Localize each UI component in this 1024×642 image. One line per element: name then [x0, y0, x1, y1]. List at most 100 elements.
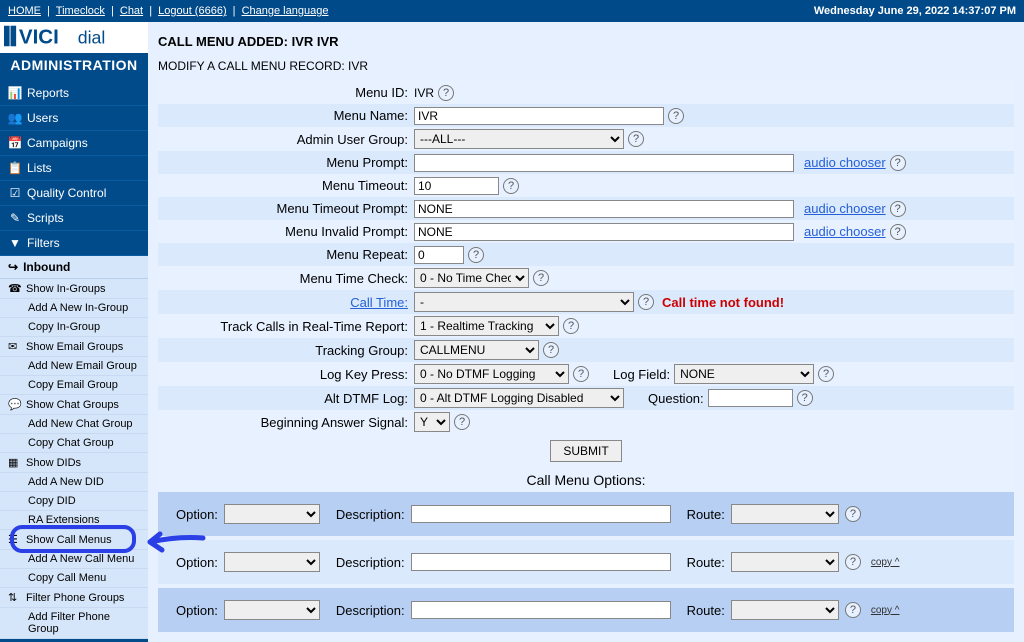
help-icon[interactable]: ?: [890, 224, 906, 240]
nav-filter-phone-groups[interactable]: ⇅Filter Phone Groups: [0, 588, 148, 608]
home-link[interactable]: HOME: [8, 5, 41, 17]
help-icon[interactable]: ?: [573, 366, 589, 382]
chat-link[interactable]: Chat: [120, 5, 143, 17]
nav-add-in-group[interactable]: Add A New In-Group: [0, 299, 148, 318]
modify-record-title: MODIFY A CALL MENU RECORD: IVR: [158, 59, 1014, 73]
label-tracking-group: Tracking Group:: [158, 343, 414, 358]
label-route: Route:: [687, 507, 725, 522]
audio-chooser-link[interactable]: audio chooser: [804, 155, 886, 170]
label-description: Description:: [336, 555, 405, 570]
input-menu-invalid-prompt[interactable]: [414, 223, 794, 241]
logout-link[interactable]: Logout (6666): [158, 5, 227, 17]
nav-lists[interactable]: 📋Lists: [0, 156, 148, 181]
did-icon: ▦: [8, 456, 22, 469]
help-icon[interactable]: ?: [468, 247, 484, 263]
input-menu-timeout-prompt[interactable]: [414, 200, 794, 218]
option-row: Option: Description: Route: ? copy ^: [158, 540, 1014, 584]
timeclock-link[interactable]: Timeclock: [56, 5, 105, 17]
input-menu-name[interactable]: [414, 107, 664, 125]
call-time-link[interactable]: Call Time:: [350, 295, 408, 310]
select-admin-user-group[interactable]: ---ALL---: [414, 129, 624, 149]
help-icon[interactable]: ?: [797, 390, 813, 406]
select-option[interactable]: [224, 600, 320, 620]
nav-quality-control[interactable]: ☑Quality Control: [0, 181, 148, 206]
help-icon[interactable]: ?: [563, 318, 579, 334]
select-log-field[interactable]: NONE: [674, 364, 814, 384]
nav-copy-chat-group[interactable]: Copy Chat Group: [0, 434, 148, 453]
nav-copy-call-menu[interactable]: Copy Call Menu: [0, 569, 148, 588]
label-menu-time-check: Menu Time Check:: [158, 271, 414, 286]
input-question[interactable]: [708, 389, 793, 407]
select-option[interactable]: [224, 504, 320, 524]
input-menu-prompt[interactable]: [414, 154, 794, 172]
nav-ra-extensions[interactable]: RA Extensions: [0, 511, 148, 530]
nav-filters[interactable]: ▼Filters: [0, 231, 148, 256]
input-description[interactable]: [411, 553, 671, 571]
select-beginning-answer-signal[interactable]: Y: [414, 412, 450, 432]
help-icon[interactable]: ?: [845, 602, 861, 618]
nav-copy-in-group[interactable]: Copy In-Group: [0, 318, 148, 337]
audio-chooser-link[interactable]: audio chooser: [804, 201, 886, 216]
nav-show-in-groups[interactable]: ☎Show In-Groups: [0, 279, 148, 299]
nav-users[interactable]: 👥Users: [0, 106, 148, 131]
admin-title: ADMINISTRATION: [0, 53, 148, 81]
select-alt-dtmf-log[interactable]: 0 - Alt DTMF Logging Disabled: [414, 388, 624, 408]
nav-scripts[interactable]: ✎Scripts: [0, 206, 148, 231]
nav-campaigns[interactable]: 📅Campaigns: [0, 131, 148, 156]
submit-button[interactable]: SUBMIT: [550, 440, 621, 462]
input-description[interactable]: [411, 601, 671, 619]
nav-inbound-header[interactable]: ↪Inbound: [0, 256, 148, 279]
nav-show-call-menus[interactable]: ☰Show Call Menus: [0, 530, 148, 550]
help-icon[interactable]: ?: [628, 131, 644, 147]
help-icon[interactable]: ?: [818, 366, 834, 382]
select-tracking-group[interactable]: CALLMENU: [414, 340, 539, 360]
help-icon[interactable]: ?: [533, 270, 549, 286]
nav-show-chat-groups[interactable]: 💬Show Chat Groups: [0, 395, 148, 415]
help-icon[interactable]: ?: [890, 155, 906, 171]
copy-link[interactable]: copy ^: [871, 557, 900, 568]
select-route[interactable]: [731, 504, 839, 524]
audio-chooser-link[interactable]: audio chooser: [804, 224, 886, 239]
label-route: Route:: [687, 603, 725, 618]
input-description[interactable]: [411, 505, 671, 523]
nav-add-chat-group[interactable]: Add New Chat Group: [0, 415, 148, 434]
select-call-time[interactable]: -: [414, 292, 634, 312]
select-route[interactable]: [731, 600, 839, 620]
nav-show-dids[interactable]: ▦Show DIDs: [0, 453, 148, 473]
value-menu-id: IVR: [414, 86, 434, 100]
help-icon[interactable]: ?: [503, 178, 519, 194]
input-menu-timeout[interactable]: [414, 177, 499, 195]
label-alt-dtmf-log: Alt DTMF Log:: [158, 391, 414, 406]
help-icon[interactable]: ?: [845, 554, 861, 570]
nav-copy-email-group[interactable]: Copy Email Group: [0, 376, 148, 395]
nav-reports[interactable]: 📊Reports: [0, 81, 148, 106]
help-icon[interactable]: ?: [845, 506, 861, 522]
change-language-link[interactable]: Change language: [242, 5, 329, 17]
help-icon[interactable]: ?: [638, 294, 654, 310]
select-menu-time-check[interactable]: 0 - No Time Check: [414, 268, 529, 288]
select-log-key-press[interactable]: 0 - No DTMF Logging: [414, 364, 569, 384]
chat-icon: 💬: [8, 398, 22, 411]
nav-copy-did[interactable]: Copy DID: [0, 492, 148, 511]
help-icon[interactable]: ?: [438, 85, 454, 101]
label-route: Route:: [687, 555, 725, 570]
scripts-icon: ✎: [8, 212, 22, 224]
label-beginning-answer-signal: Beginning Answer Signal:: [158, 415, 414, 430]
nav-add-did[interactable]: Add A New DID: [0, 473, 148, 492]
help-icon[interactable]: ?: [668, 108, 684, 124]
nav-show-email-groups[interactable]: ✉Show Email Groups: [0, 337, 148, 357]
label-description: Description:: [336, 603, 405, 618]
help-icon[interactable]: ?: [543, 342, 559, 358]
nav-add-filter-phone-group[interactable]: Add Filter Phone Group: [0, 608, 148, 639]
help-icon[interactable]: ?: [454, 414, 470, 430]
select-track-realtime[interactable]: 1 - Realtime Tracking: [414, 316, 559, 336]
main-content: CALL MENU ADDED: IVR IVR MODIFY A CALL M…: [148, 22, 1024, 642]
campaigns-icon: 📅: [8, 137, 22, 149]
help-icon[interactable]: ?: [890, 201, 906, 217]
input-menu-repeat[interactable]: [414, 246, 464, 264]
select-option[interactable]: [224, 552, 320, 572]
fpg-icon: ⇅: [8, 591, 22, 604]
nav-add-call-menu[interactable]: Add A New Call Menu: [0, 550, 148, 569]
select-route[interactable]: [731, 552, 839, 572]
nav-add-email-group[interactable]: Add New Email Group: [0, 357, 148, 376]
